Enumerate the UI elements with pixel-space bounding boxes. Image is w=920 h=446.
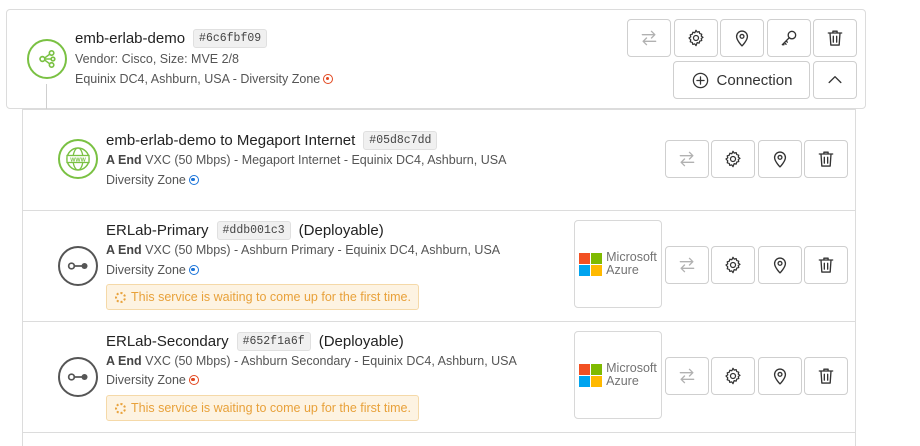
mve-location-text: Equinix DC4, Ashburn, USA - Diversity Zo…	[75, 72, 321, 86]
partner-name-line2: Azure	[606, 374, 639, 388]
mve-title[interactable]: emb-erlab-demo	[75, 30, 185, 47]
plus-circle-icon	[691, 71, 710, 90]
mve-vendor-line: Vendor: Cisco, Size: MVE 2/8	[75, 52, 239, 66]
internet-globe-icon: WWW	[58, 139, 98, 179]
service-title-row: ERLab-Secondary #652f1a6f (Deployable)	[106, 332, 404, 351]
gear-icon	[723, 366, 743, 386]
warning-text: This service is waiting to come up for t…	[131, 290, 411, 304]
add-connection-button[interactable]: Connection	[673, 61, 810, 99]
gear-icon	[723, 255, 743, 275]
service-diversity-line: Diversity Zone	[106, 263, 199, 277]
microsoft-azure-logo: Microsoft Azure	[574, 220, 662, 308]
service-title[interactable]: ERLab-Secondary	[106, 333, 229, 350]
microsoft-azure-logo: Microsoft Azure	[574, 331, 662, 419]
deployable-label: (Deployable)	[298, 222, 384, 239]
status-warning: This service is waiting to come up for t…	[106, 284, 419, 310]
move-button[interactable]	[665, 357, 709, 395]
service-id-tag: #652f1a6f	[236, 332, 311, 351]
service-detail-line: A End VXC (50 Mbps) - Ashburn Primary - …	[106, 243, 500, 257]
warning-text: This service is waiting to come up for t…	[131, 401, 411, 415]
location-button[interactable]	[758, 357, 802, 395]
swap-icon	[639, 28, 659, 48]
diversity-zone-blue-icon	[188, 175, 199, 185]
move-button[interactable]	[665, 140, 709, 178]
mve-title-row: emb-erlab-demo #6c6fbf09	[75, 29, 268, 48]
swap-icon	[677, 366, 697, 386]
location-button[interactable]	[758, 140, 802, 178]
service-detail-line: A End VXC (50 Mbps) - Megaport Internet …	[106, 153, 506, 167]
service-id-tag: #05d8c7dd	[363, 131, 438, 150]
loading-spinner-icon	[115, 402, 126, 414]
map-pin-icon	[770, 255, 790, 275]
move-button[interactable]	[665, 246, 709, 284]
a-end-label: A End	[106, 243, 142, 257]
map-pin-icon	[770, 366, 790, 386]
service-detail: VXC (50 Mbps) - Ashburn Primary - Equini…	[145, 243, 501, 257]
add-connection-label: Connection	[716, 71, 793, 89]
service-title[interactable]: emb-erlab-demo to Megaport Internet	[106, 132, 355, 149]
map-pin-icon	[770, 149, 790, 169]
gear-icon	[686, 28, 706, 48]
location-button[interactable]	[758, 246, 802, 284]
chevron-up-icon	[825, 70, 845, 90]
delete-button[interactable]	[813, 19, 857, 57]
diversity-zone-label: Diversity Zone	[106, 263, 186, 277]
service-title-row: ERLab-Primary #ddb001c3 (Deployable)	[106, 221, 384, 240]
mve-id-tag: #6c6fbf09	[193, 29, 268, 48]
microsoft-windows-icon	[579, 363, 603, 387]
collapse-button[interactable]	[813, 61, 857, 99]
location-button[interactable]	[720, 19, 764, 57]
a-end-label: A End	[106, 354, 142, 368]
service-detail: VXC (50 Mbps) - Ashburn Secondary - Equi…	[145, 354, 517, 368]
microsoft-windows-icon	[579, 252, 603, 276]
service-id-tag: #ddb001c3	[216, 221, 291, 240]
delete-button[interactable]	[804, 357, 848, 395]
key-button[interactable]	[767, 19, 811, 57]
key-icon	[779, 28, 799, 48]
vxc-connection-icon	[58, 246, 98, 286]
settings-button[interactable]	[711, 246, 755, 284]
vxc-connection-icon	[58, 357, 98, 397]
loading-spinner-icon	[115, 291, 126, 303]
diversity-zone-blue-icon	[188, 265, 199, 275]
trash-icon	[816, 366, 836, 386]
diversity-zone-label: Diversity Zone	[106, 173, 186, 187]
delete-button[interactable]	[804, 246, 848, 284]
swap-icon	[677, 255, 697, 275]
delete-button[interactable]	[804, 140, 848, 178]
service-detail: VXC (50 Mbps) - Megaport Internet - Equi…	[145, 153, 507, 167]
trash-icon	[825, 28, 845, 48]
diversity-zone-label: Diversity Zone	[106, 373, 186, 387]
trash-icon	[816, 255, 836, 275]
mve-location-line: Equinix DC4, Ashburn, USA - Diversity Zo…	[75, 72, 334, 86]
service-title[interactable]: ERLab-Primary	[106, 222, 209, 239]
diversity-zone-red-icon	[188, 375, 199, 385]
diversity-zone-red-icon	[323, 74, 334, 84]
deployable-label: (Deployable)	[318, 333, 404, 350]
service-detail-line: A End VXC (50 Mbps) - Ashburn Secondary …	[106, 354, 517, 368]
settings-button[interactable]	[674, 19, 718, 57]
partner-name-line2: Azure	[606, 263, 639, 277]
move-button[interactable]	[627, 19, 671, 57]
service-title-row: emb-erlab-demo to Megaport Internet #05d…	[106, 131, 438, 150]
a-end-label: A End	[106, 153, 142, 167]
map-pin-icon	[732, 28, 752, 48]
settings-button[interactable]	[711, 140, 755, 178]
service-diversity-line: Diversity Zone	[106, 373, 199, 387]
status-warning: This service is waiting to come up for t…	[106, 395, 419, 421]
service-diversity-line: Diversity Zone	[106, 173, 199, 187]
settings-button[interactable]	[711, 357, 755, 395]
trash-icon	[816, 149, 836, 169]
next-card-edge	[22, 432, 856, 446]
mve-network-icon	[27, 39, 67, 79]
swap-icon	[677, 149, 697, 169]
gear-icon	[723, 149, 743, 169]
svg-text:WWW: WWW	[70, 157, 86, 163]
